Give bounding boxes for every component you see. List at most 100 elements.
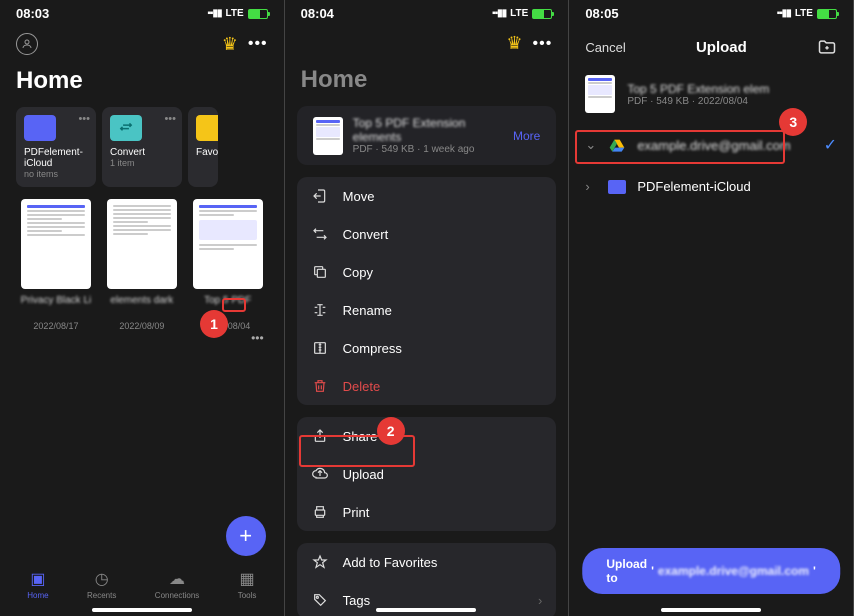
folder-icon — [607, 180, 627, 194]
check-icon: ✓ — [824, 135, 837, 155]
badge-1: 1 — [200, 310, 228, 338]
page-title: Home — [0, 63, 284, 107]
home-indicator[interactable] — [92, 608, 192, 612]
action-compress[interactable]: Compress — [297, 329, 557, 367]
action-copy[interactable]: Copy — [297, 253, 557, 291]
status-time: 08:05 — [585, 6, 618, 21]
card-more-icon[interactable]: ••• — [78, 113, 90, 125]
upload-file-info: Top 5 PDF Extension elem PDF · 549 KB · … — [627, 82, 769, 107]
status-time: 08:03 — [16, 6, 49, 21]
move-icon — [311, 188, 329, 204]
top-bar: ♛ ••• — [285, 25, 569, 62]
action-print[interactable]: Print — [297, 493, 557, 531]
file-thumb — [313, 117, 343, 155]
tab-tools[interactable]: ▦Tools — [238, 569, 257, 600]
cancel-button[interactable]: Cancel — [585, 40, 625, 55]
action-list-3: Add to Favorites Tags› — [297, 543, 557, 616]
dest-label: PDFelement-iCloud — [637, 179, 837, 194]
doc-item[interactable]: Privacy Black Li 2022/08/17 — [16, 199, 96, 345]
lte-label: LTE — [226, 8, 244, 19]
highlight-1 — [222, 298, 246, 312]
doc-item[interactable]: elements dark 2022/08/09 — [102, 199, 182, 345]
status-bar: 08:03 ▪▪▮▮ LTE — [0, 0, 284, 25]
action-convert[interactable]: Convert — [297, 215, 557, 253]
status-right: ▪▪▮▮ LTE — [207, 8, 267, 19]
more-icon[interactable]: ••• — [248, 35, 268, 53]
upload-file-row: Top 5 PDF Extension elem PDF · 549 KB · … — [569, 69, 853, 123]
rename-icon — [311, 302, 329, 318]
upload-file-meta: PDF · 549 KB · 2022/08/04 — [627, 96, 769, 107]
home-indicator[interactable] — [661, 608, 761, 612]
upload-button[interactable]: Upload to 'example.drive@gmail.com' — [582, 548, 840, 594]
file-thumb — [585, 75, 615, 113]
battery-icon — [532, 9, 552, 19]
folder-icon — [196, 115, 218, 141]
dest-icloud[interactable]: › PDFelement-iCloud — [569, 167, 853, 206]
highlight-3 — [575, 130, 785, 164]
doc-more-icon[interactable]: ••• — [251, 331, 264, 345]
folder-convert[interactable]: ••• Convert 1 item — [102, 107, 182, 187]
status-bar: 08:05 ▪▪▮▮ LTE — [569, 0, 853, 25]
file-meta: PDF · 549 KB · 1 week ago — [353, 144, 503, 155]
card-more-icon[interactable]: ••• — [164, 113, 176, 125]
action-move[interactable]: Move — [297, 177, 557, 215]
lte-label: LTE — [510, 8, 528, 19]
status-right: ▪▪▮▮ LTE — [492, 8, 552, 19]
doc-thumb — [107, 199, 177, 289]
tab-home[interactable]: ▣Home — [27, 569, 48, 600]
status-time: 08:04 — [301, 6, 334, 21]
doc-date: 2022/08/17 — [16, 321, 96, 331]
chevron-right-icon: › — [585, 179, 597, 194]
folder-icloud[interactable]: ••• PDFelement-iCloud no items — [16, 107, 96, 187]
copy-icon — [311, 264, 329, 280]
signal-icon: ▪▪▮▮ — [777, 8, 791, 19]
doc-more: ••• — [188, 331, 268, 345]
lte-label: LTE — [795, 8, 813, 19]
more-link[interactable]: More — [513, 129, 540, 143]
tag-icon — [311, 592, 329, 608]
tab-recents[interactable]: ◷Recents — [87, 569, 116, 600]
doc-thumb — [21, 199, 91, 289]
tab-bar: ▣Home ◷Recents ☁Connections ▦Tools — [0, 563, 284, 602]
folder-favorites[interactable]: Favori — [188, 107, 218, 187]
doc-date: 2022/08/09 — [102, 321, 182, 331]
action-favorites[interactable]: Add to Favorites — [297, 543, 557, 581]
crown-icon[interactable]: ♛ — [506, 33, 522, 54]
fab-add[interactable]: + — [226, 516, 266, 556]
upload-icon — [311, 466, 329, 482]
file-header: Top 5 PDF Extension elements PDF · 549 K… — [297, 106, 557, 165]
crown-icon[interactable]: ♛ — [222, 34, 238, 55]
tab-connections[interactable]: ☁Connections — [155, 569, 199, 600]
panel-home: 08:03 ▪▪▮▮ LTE ♛ ••• Home ••• PDFelement… — [0, 0, 285, 616]
profile-icon[interactable] — [16, 33, 38, 55]
signal-icon: ▪▪▮▮ — [207, 8, 221, 19]
status-right: ▪▪▮▮ LTE — [777, 8, 837, 19]
folder-name: Convert — [110, 147, 174, 158]
upload-title: Upload — [696, 39, 747, 56]
top-bar: ♛ ••• — [0, 25, 284, 63]
battery-icon — [248, 9, 268, 19]
new-folder-icon[interactable] — [817, 37, 837, 57]
folder-name: PDFelement-iCloud — [24, 147, 88, 169]
status-bar: 08:04 ▪▪▮▮ LTE — [285, 0, 569, 25]
doc-row: Privacy Black Li 2022/08/17 elements dar… — [0, 187, 284, 345]
more-icon[interactable]: ••• — [533, 35, 553, 53]
folder-sub: no items — [24, 169, 88, 179]
action-delete[interactable]: Delete — [297, 367, 557, 405]
folder-name: Favori — [196, 147, 210, 158]
folder-icon — [24, 115, 56, 141]
upload-header: Cancel Upload — [569, 25, 853, 69]
delete-icon — [311, 378, 329, 394]
action-rename[interactable]: Rename — [297, 291, 557, 329]
upload-file-name: Top 5 PDF Extension elem — [627, 82, 769, 96]
battery-icon — [817, 9, 837, 19]
cloud-icon: ☁ — [169, 569, 185, 589]
folder-row: ••• PDFelement-iCloud no items ••• Conve… — [0, 107, 284, 187]
panel-upload: 08:05 ▪▪▮▮ LTE Cancel Upload Top 5 PDF E… — [569, 0, 854, 616]
star-icon — [311, 554, 329, 570]
folder-sub: 1 item — [110, 158, 174, 168]
panel-actions: 08:04 ▪▪▮▮ LTE ♛ ••• Home Top 5 PDF Exte… — [285, 0, 570, 616]
signal-icon: ▪▪▮▮ — [492, 8, 506, 19]
page-title: Home — [285, 62, 569, 106]
home-indicator[interactable] — [376, 608, 476, 612]
